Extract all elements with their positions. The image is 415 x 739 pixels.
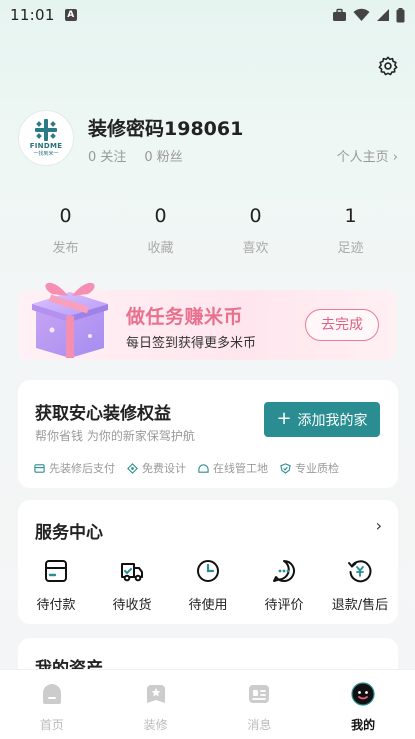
service-refund[interactable]: 退款/售后 bbox=[322, 558, 398, 613]
stat-label: 发布 bbox=[52, 241, 79, 256]
service-center-card: 服务中心 › 待付款 待收货 待使用 待评价 退款/售后 bbox=[18, 500, 398, 624]
homepage-link[interactable]: 个人主页 › bbox=[337, 146, 398, 165]
service-label: 退款/售后 bbox=[331, 598, 389, 613]
tab-label: 首页 bbox=[39, 718, 64, 732]
battery-icon bbox=[396, 7, 405, 22]
stat-number: 1 bbox=[344, 205, 357, 227]
stat-label: 喜欢 bbox=[242, 241, 269, 256]
task-banner[interactable]: 做任务赚米币 每日签到获得更多米币 去完成 bbox=[18, 282, 397, 360]
mine-icon bbox=[351, 682, 375, 706]
feature-item: 先装修后支付 bbox=[34, 460, 115, 476]
feature-item: 在线管工地 bbox=[198, 460, 268, 476]
feature-item: 免费设计 bbox=[127, 460, 186, 476]
benefit-title: 获取安心装修权益 bbox=[35, 404, 171, 424]
profile-header: FINDME 一找到米一 装修密码198061 0 关注 0 粉丝 个人主页 › bbox=[18, 110, 398, 166]
avatar[interactable]: FINDME 一找到米一 bbox=[18, 110, 74, 166]
feature-label: 在线管工地 bbox=[213, 462, 268, 475]
benefit-features: 先装修后支付 免费设计 在线管工地 专业质检 bbox=[34, 460, 339, 476]
plus-icon: + bbox=[276, 407, 292, 429]
refund-icon bbox=[348, 560, 372, 583]
stat-number: 0 bbox=[249, 205, 262, 227]
username: 装修密码198061 bbox=[88, 118, 244, 140]
complete-task-button[interactable]: 去完成 bbox=[305, 309, 379, 341]
add-my-home-button[interactable]: + 添加我的家 bbox=[264, 402, 380, 437]
stat-number: 0 bbox=[154, 205, 167, 227]
wallet-icon bbox=[45, 560, 67, 582]
service-label: 待收货 bbox=[112, 598, 152, 613]
decor-icon bbox=[146, 685, 165, 703]
stat-publish[interactable]: 0 发布 bbox=[18, 205, 113, 265]
settings-gear-icon[interactable] bbox=[377, 55, 399, 77]
banner-subtitle: 每日签到获得更多米币 bbox=[126, 336, 257, 351]
clock-icon bbox=[197, 560, 219, 582]
tab-mine[interactable]: 我的 bbox=[311, 670, 415, 739]
tab-decor[interactable]: 装修 bbox=[104, 670, 208, 739]
follow-count[interactable]: 0 关注 bbox=[88, 146, 126, 165]
chat-icon bbox=[273, 560, 295, 582]
tab-home[interactable]: 首页 bbox=[0, 670, 104, 739]
briefcase-icon bbox=[333, 8, 346, 21]
feature-label: 免费设计 bbox=[142, 462, 186, 475]
fans-count[interactable]: 0 粉丝 bbox=[144, 146, 182, 165]
avatar-sub-text: 一找到米一 bbox=[33, 151, 59, 157]
service-label: 待评价 bbox=[264, 598, 304, 613]
site-manage-icon bbox=[198, 463, 209, 473]
benefit-subtitle: 帮你省钱 为你的新家保驾护航 bbox=[35, 429, 195, 443]
service-title: 服务中心 bbox=[35, 523, 103, 543]
feature-item: 专业质检 bbox=[280, 460, 339, 476]
follow-row: 0 关注 0 粉丝 bbox=[88, 146, 183, 165]
service-pending-payment[interactable]: 待付款 bbox=[18, 558, 94, 613]
stats-row: 0 发布 0 收藏 0 喜欢 1 足迹 bbox=[18, 205, 398, 265]
status-icons bbox=[332, 7, 405, 23]
message-icon bbox=[249, 685, 270, 703]
benefit-card: 获取安心装修权益 帮你省钱 为你的新家保驾护航 + 添加我的家 先装修后支付 免… bbox=[18, 380, 398, 488]
free-design-icon bbox=[127, 462, 138, 474]
stat-label: 收藏 bbox=[147, 241, 174, 256]
notification-a-icon: A bbox=[64, 9, 77, 21]
stat-number: 0 bbox=[59, 205, 72, 227]
feature-label: 专业质检 bbox=[295, 462, 339, 475]
add-home-label: 添加我的家 bbox=[297, 412, 368, 429]
tab-label: 装修 bbox=[143, 718, 168, 732]
signal-icon bbox=[377, 9, 389, 21]
gift-box-icon bbox=[32, 282, 108, 358]
quality-check-icon bbox=[280, 462, 291, 474]
status-time: 11:01 bbox=[10, 6, 55, 24]
service-pending-use[interactable]: 待使用 bbox=[170, 558, 246, 613]
home-icon bbox=[42, 684, 61, 704]
banner-title: 做任务赚米币 bbox=[126, 306, 244, 328]
stat-likes[interactable]: 0 喜欢 bbox=[208, 205, 303, 265]
stat-footprint[interactable]: 1 足迹 bbox=[303, 205, 398, 265]
tab-label: 消息 bbox=[247, 718, 272, 732]
avatar-brand-text: FINDME bbox=[29, 142, 63, 150]
tab-label: 我的 bbox=[351, 718, 376, 732]
status-bar: 11:01 A bbox=[0, 0, 415, 30]
pay-later-icon bbox=[34, 463, 45, 473]
feature-label: 先装修后支付 bbox=[49, 462, 115, 475]
wifi-icon bbox=[353, 8, 370, 21]
service-label: 待付款 bbox=[36, 598, 76, 613]
bottom-tab-bar: 首页 装修 消息 我的 bbox=[0, 669, 415, 739]
service-label: 待使用 bbox=[188, 598, 228, 613]
stat-favorites[interactable]: 0 收藏 bbox=[113, 205, 208, 265]
service-more-arrow[interactable]: › bbox=[376, 516, 382, 535]
findme-logo-icon bbox=[35, 119, 57, 141]
stat-label: 足迹 bbox=[337, 241, 364, 256]
service-items: 待付款 待收货 待使用 待评价 退款/售后 bbox=[18, 558, 398, 613]
tab-messages[interactable]: 消息 bbox=[208, 670, 312, 739]
truck-icon bbox=[121, 563, 143, 582]
service-pending-receipt[interactable]: 待收货 bbox=[94, 558, 170, 613]
service-pending-review[interactable]: 待评价 bbox=[246, 558, 322, 613]
